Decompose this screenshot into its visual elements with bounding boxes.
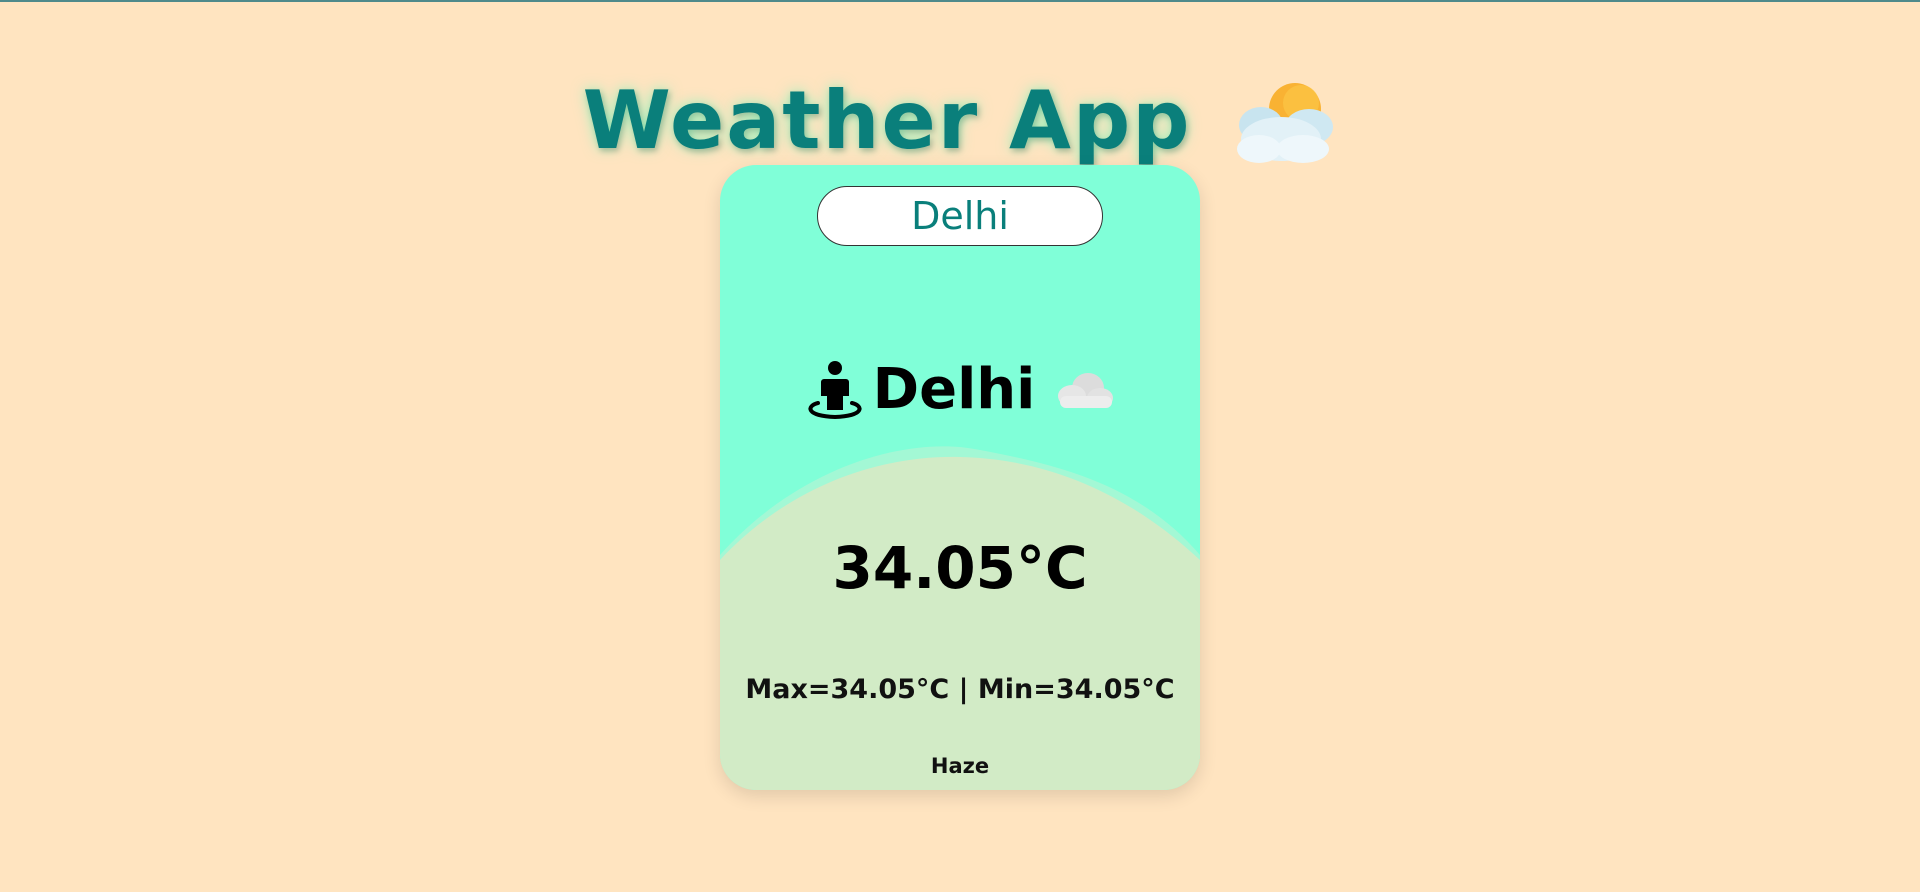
weather-card: Delhi 34.05°C Max=34.05°C | Min=34.05°C … (720, 165, 1200, 790)
weather-condition: Haze (930, 754, 990, 778)
top-border-line (0, 0, 1920, 2)
temperature: 34.05°C (832, 534, 1088, 602)
app-title: Weather App (0, 68, 1920, 169)
app-title-text: Weather App (582, 74, 1192, 168)
city-search-input[interactable] (817, 186, 1103, 246)
min-max-temperature: Max=34.05°C | Min=34.05°C (745, 674, 1175, 705)
city-name: Delhi (872, 357, 1036, 422)
person-location-pin-icon (807, 361, 862, 420)
sun-behind-cloud-icon (1237, 83, 1334, 164)
location-row: Delhi (720, 355, 1200, 425)
cloud-icon (1058, 373, 1114, 408)
